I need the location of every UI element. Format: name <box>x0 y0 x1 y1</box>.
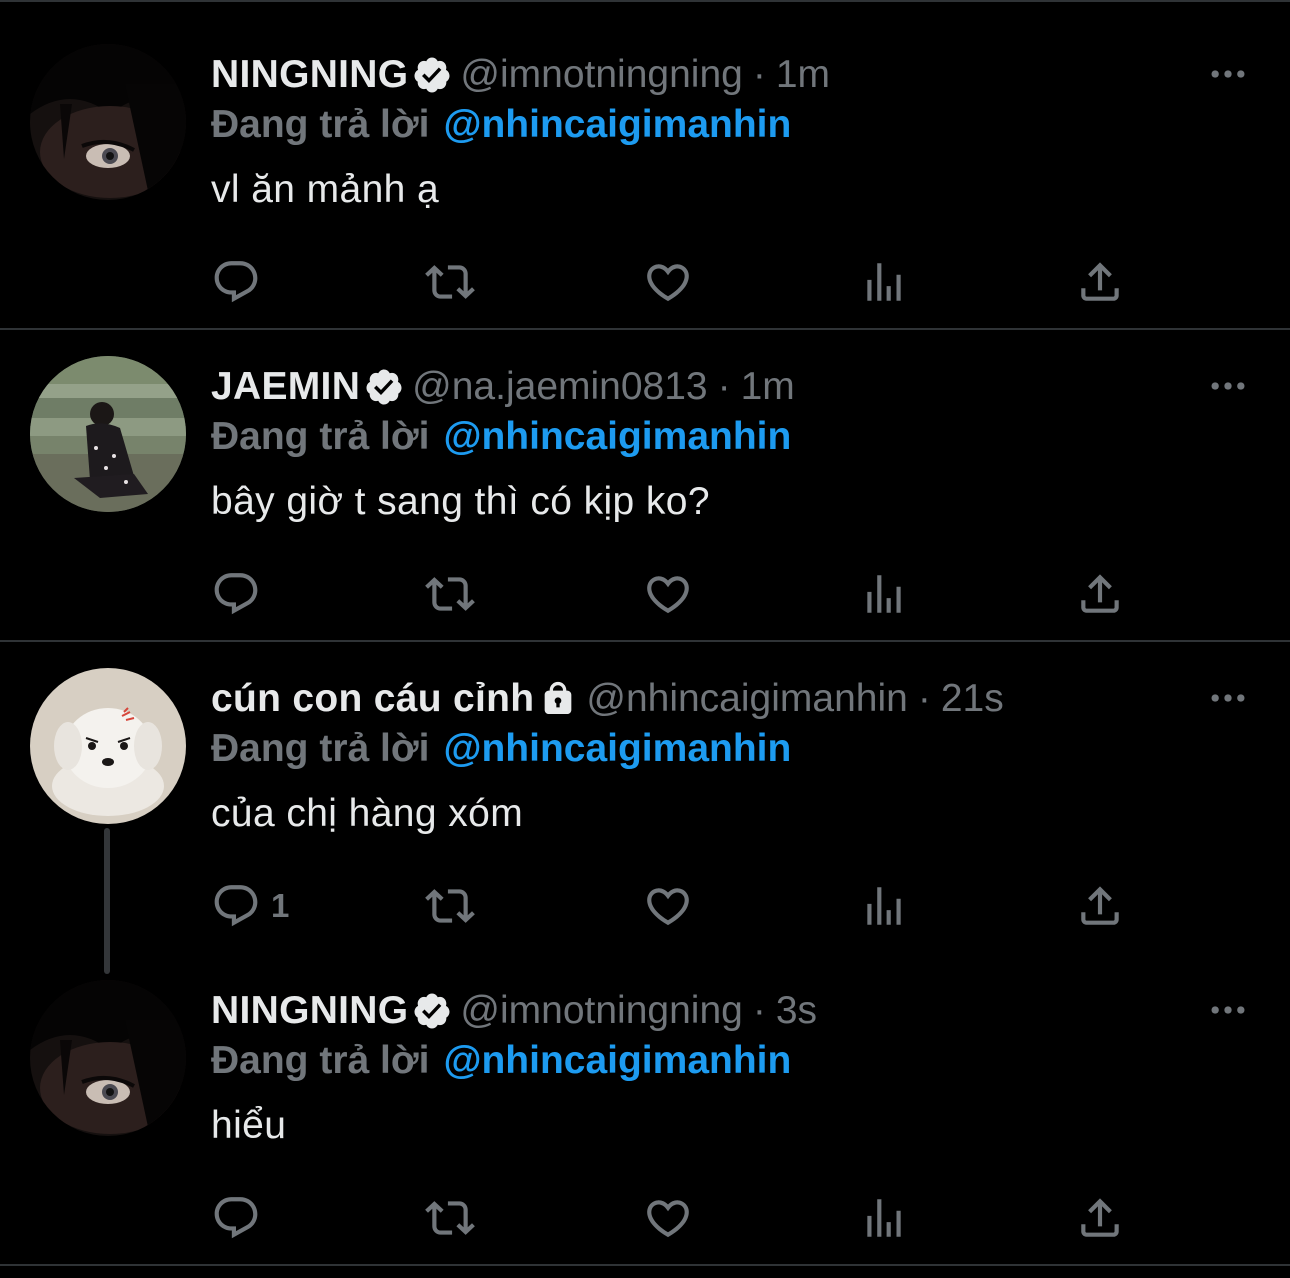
views-icon <box>859 569 909 619</box>
share-button[interactable] <box>1075 256 1125 308</box>
reply-icon <box>211 257 261 307</box>
lock-icon <box>538 679 578 719</box>
replying-to-label: Đang trả lời <box>211 415 430 458</box>
timestamp[interactable]: 1m <box>741 365 795 409</box>
retweet-button[interactable] <box>425 256 475 308</box>
timestamp[interactable]: 3s <box>776 989 817 1033</box>
tweet-actions: 1 <box>211 880 1131 932</box>
views-icon <box>859 1193 909 1243</box>
mention-link[interactable]: @nhincaigimanhin <box>443 1039 791 1083</box>
reply-count: 1 <box>271 887 290 924</box>
views-button[interactable] <box>859 568 909 620</box>
tweet[interactable]: JAEMIN @na.jaemin0813 · 1m Đang trả lời … <box>0 314 1290 642</box>
like-button[interactable] <box>643 568 693 620</box>
avatar[interactable] <box>30 980 186 1136</box>
separator-dot: · <box>752 989 766 1032</box>
replying-to: Đang trả lời @nhincaigimanhin <box>211 724 791 774</box>
more-options-icon[interactable] <box>1204 368 1252 404</box>
tweet-text: bây giờ t sang thì có kịp ko? <box>211 480 710 523</box>
separator-dot: · <box>717 365 731 408</box>
reply-icon <box>211 881 261 931</box>
display-name[interactable]: JAEMIN <box>211 365 360 409</box>
reply-button[interactable]: 1 <box>211 880 289 932</box>
views-button[interactable] <box>859 1192 909 1244</box>
tweet-actions <box>211 1192 1131 1244</box>
tweet[interactable]: NINGNING @imnotningning · 3s Đang trả lờ… <box>0 938 1290 1266</box>
mention-link[interactable]: @nhincaigimanhin <box>443 415 791 459</box>
avatar[interactable] <box>30 668 186 824</box>
user-handle[interactable]: @imnotningning <box>460 53 742 97</box>
retweet-button[interactable] <box>425 1192 475 1244</box>
reply-button[interactable] <box>211 256 271 308</box>
like-button[interactable] <box>643 256 693 308</box>
share-button[interactable] <box>1075 880 1125 932</box>
replying-to-label: Đang trả lời <box>211 1039 430 1082</box>
tweet[interactable]: cún con cáu cỉnh @nhincaigimanhin · 21s … <box>0 626 1290 974</box>
retweet-icon <box>425 257 475 307</box>
display-name[interactable]: NINGNING <box>211 989 408 1033</box>
reply-icon <box>211 569 261 619</box>
tweet-actions <box>211 568 1131 620</box>
tweet-text: hiểu <box>211 1104 287 1147</box>
like-button[interactable] <box>643 880 693 932</box>
like-icon <box>643 881 693 931</box>
views-icon <box>859 257 909 307</box>
verified-icon <box>412 55 452 95</box>
tweet-header: cún con cáu cỉnh @nhincaigimanhin · 21s <box>211 674 1004 724</box>
verified-icon <box>364 367 404 407</box>
share-button[interactable] <box>1075 568 1125 620</box>
views-button[interactable] <box>859 256 909 308</box>
share-icon <box>1075 1193 1125 1243</box>
avatar[interactable] <box>30 356 186 512</box>
like-icon <box>643 1193 693 1243</box>
share-icon <box>1075 569 1125 619</box>
views-icon <box>859 881 909 931</box>
retweet-icon <box>425 569 475 619</box>
tweet-header: NINGNING @imnotningning · 1m <box>211 50 830 100</box>
verified-icon <box>412 991 452 1031</box>
separator-dot: · <box>752 53 766 96</box>
user-handle[interactable]: @na.jaemin0813 <box>412 365 707 409</box>
more-options-icon[interactable] <box>1204 992 1252 1028</box>
retweet-icon <box>425 1193 475 1243</box>
timestamp[interactable]: 1m <box>776 53 830 97</box>
tweet-header: NINGNING @imnotningning · 3s <box>211 986 817 1036</box>
reply-button[interactable] <box>211 1192 271 1244</box>
tweet[interactable]: NINGNING @imnotningning · 1m Đang trả lờ… <box>0 2 1290 330</box>
replying-to: Đang trả lời @nhincaigimanhin <box>211 1036 791 1086</box>
retweet-button[interactable] <box>425 568 475 620</box>
avatar[interactable] <box>30 44 186 200</box>
more-options-icon[interactable] <box>1204 56 1252 92</box>
share-icon <box>1075 257 1125 307</box>
tweet-text: của chị hàng xóm <box>211 792 524 835</box>
display-name[interactable]: NINGNING <box>211 53 408 97</box>
tweet-actions <box>211 256 1131 308</box>
display-name[interactable]: cún con cáu cỉnh <box>211 677 534 721</box>
replying-to-label: Đang trả lời <box>211 727 430 770</box>
like-button[interactable] <box>643 1192 693 1244</box>
like-icon <box>643 257 693 307</box>
share-button[interactable] <box>1075 1192 1125 1244</box>
timestamp[interactable]: 21s <box>941 677 1004 721</box>
replying-to-label: Đang trả lời <box>211 103 430 146</box>
reply-button[interactable] <box>211 568 271 620</box>
replying-to: Đang trả lời @nhincaigimanhin <box>211 412 791 462</box>
like-icon <box>643 569 693 619</box>
tweet-text: vl ăn mảnh ạ <box>211 168 440 211</box>
retweet-icon <box>425 881 475 931</box>
share-icon <box>1075 881 1125 931</box>
mention-link[interactable]: @nhincaigimanhin <box>443 103 791 147</box>
tweet-header: JAEMIN @na.jaemin0813 · 1m <box>211 362 795 412</box>
separator-dot: · <box>917 677 931 720</box>
user-handle[interactable]: @nhincaigimanhin <box>586 677 907 721</box>
replying-to: Đang trả lời @nhincaigimanhin <box>211 100 791 150</box>
reply-icon <box>211 1193 261 1243</box>
user-handle[interactable]: @imnotningning <box>460 989 742 1033</box>
timeline: NINGNING @imnotningning · 1m Đang trả lờ… <box>0 0 1290 1278</box>
more-options-icon[interactable] <box>1204 680 1252 716</box>
mention-link[interactable]: @nhincaigimanhin <box>443 727 791 771</box>
retweet-button[interactable] <box>425 880 475 932</box>
views-button[interactable] <box>859 880 909 932</box>
